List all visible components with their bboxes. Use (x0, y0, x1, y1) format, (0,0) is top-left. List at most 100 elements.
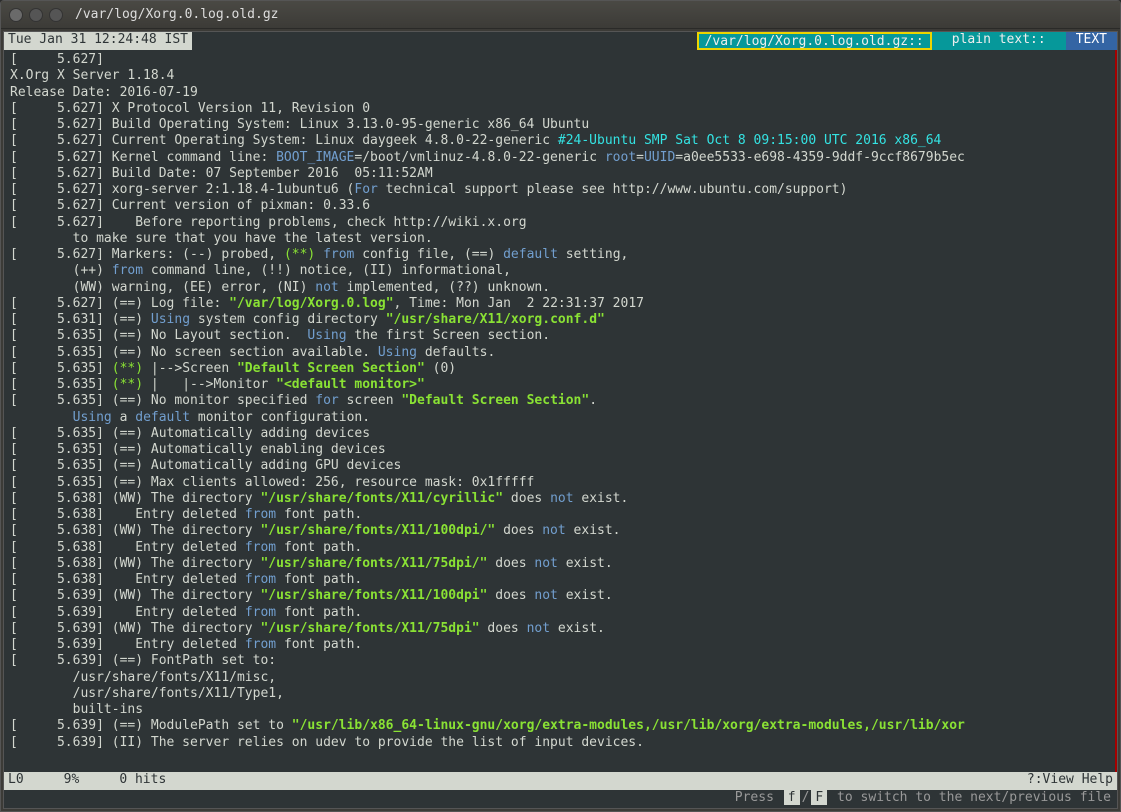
log-line: [ 5.635] (==) Automatically enabling dev… (10, 442, 386, 457)
log-line: (WW) warning, (EE) error, (NI) (10, 280, 315, 295)
log-line: [ 5.639] (II) The server relies on udev … (10, 735, 644, 750)
hint-text: Press (735, 790, 782, 805)
hint-sep: / (802, 790, 810, 805)
log-line: [ 5.638] Entry deleted (10, 572, 245, 587)
log-line: to make sure that you have the latest ve… (10, 231, 433, 246)
path-string: "/usr/share/X11/xorg.conf.d" (386, 312, 605, 327)
log-text: . (589, 393, 597, 408)
log-text: monitor configuration. (190, 410, 370, 425)
log-text: font path. (276, 540, 362, 555)
spacer (192, 32, 697, 50)
log-line: [ 5.639] (==) ModulePath set to (10, 718, 292, 733)
mode-indicator: TEXT (1066, 32, 1117, 50)
log-line: [ 5.627] (==) Log file: (10, 296, 229, 311)
log-line: [ 5.635] (==) No screen section availabl… (10, 345, 378, 360)
keyword: from (245, 572, 276, 587)
window-title: /var/log/Xorg.0.log.old.gz (75, 7, 279, 22)
status-bar: L0 9% 0 hits ?:View Help (4, 772, 1117, 790)
log-text: font path. (276, 507, 362, 522)
log-text: font path. (276, 605, 362, 620)
path-string: "/var/log/Xorg.0.log" (229, 296, 393, 311)
log-line: [ 5.638] (WW) The directory (10, 556, 260, 571)
log-line: [ 5.627] Current version of pixman: 0.33… (10, 198, 370, 213)
log-text: exist. (574, 491, 629, 506)
keyword: For (354, 182, 377, 197)
editor-topbar: Tue Jan 31 12:24:48 IST /var/log/Xorg.0.… (4, 32, 1117, 50)
log-line: [ 5.635] (==) Automatically adding devic… (10, 426, 370, 441)
keyword: Using (151, 312, 190, 327)
window-titlebar[interactable]: /var/log/Xorg.0.log.old.gz (1, 1, 1120, 29)
keyword: Using (307, 328, 346, 343)
keyword: default (135, 410, 190, 425)
log-line: [ 5.627] Kernel command line: (10, 150, 276, 165)
log-text: (0) (425, 361, 456, 376)
log-text: does (480, 621, 527, 636)
log-content[interactable]: [ 5.627] X.Org X Server 1.18.4 Release D… (4, 50, 1117, 772)
log-line: [ 5.638] (WW) The directory (10, 523, 260, 538)
log-line: Release Date: 2016-07-19 (10, 85, 198, 100)
log-text: |-->Screen (143, 361, 237, 376)
hits-count: 0 hits (119, 772, 166, 790)
log-text: does (487, 588, 534, 603)
keyword: not (542, 523, 565, 538)
log-line: [ 5.627] Current Operating System: Linux… (10, 133, 558, 148)
log-line: built-ins (10, 702, 143, 717)
path-string: "/usr/share/fonts/X11/100dpi/" (260, 523, 495, 538)
log-line: [ 5.639] (==) FontPath set to: (10, 653, 276, 668)
log-text: command line, (!!) notice, (II) informat… (143, 263, 511, 278)
log-text: implemented, (??) unknown. (339, 280, 550, 295)
path-string: "/usr/share/fonts/X11/75dpi" (260, 621, 479, 636)
keyword: not (534, 588, 557, 603)
log-text: | |-->Monitor (143, 377, 276, 392)
path-string: "/usr/share/fonts/X11/75dpi/" (260, 556, 487, 571)
log-text: , Time: Mon Jan 2 22:31:37 2017 (394, 296, 644, 311)
log-line: [ 5.639] (WW) The directory (10, 588, 260, 603)
marker: (**) (284, 247, 315, 262)
keyword: Using (73, 410, 112, 425)
keyword: not (550, 491, 573, 506)
log-text: does (503, 491, 550, 506)
terminal-window: /var/log/Xorg.0.log.old.gz Tue Jan 31 12… (0, 0, 1121, 812)
scroll-percent: 9% (64, 772, 80, 790)
log-text: =a0ee5533-e698-4359-9ddf-9ccf8679b5ec (675, 150, 965, 165)
keyword: default (503, 247, 558, 262)
keyword: not (527, 621, 550, 636)
log-text: system config directory (190, 312, 386, 327)
datetime-label: Tue Jan 31 12:24:48 IST (4, 32, 192, 50)
log-text: font path. (276, 637, 362, 652)
path-string: "/usr/share/fonts/X11/100dpi" (260, 588, 487, 603)
footer-hint: Press f/F to switch to the next/previous… (4, 790, 1117, 808)
log-line: [ 5.635] (10, 361, 112, 376)
log-text: does (487, 556, 534, 571)
log-line: [ 5.627] Before reporting problems, chec… (10, 215, 527, 230)
log-line: [ 5.627] Markers: (--) probed, (10, 247, 284, 262)
string: "<default monitor>" (276, 377, 425, 392)
log-line: [ 5.635] (==) No Layout section. (10, 328, 307, 343)
log-line: [ 5.639] (WW) The directory (10, 621, 260, 636)
cursor-position: L0 (8, 772, 24, 790)
log-line: [ 5.639] Entry deleted (10, 637, 245, 652)
view-help-hint: ?:View Help (1027, 772, 1113, 790)
maximize-icon[interactable] (49, 8, 63, 22)
log-line: /usr/share/fonts/X11/Type1, (10, 686, 284, 701)
close-icon[interactable] (9, 8, 23, 22)
log-text: exist. (558, 588, 613, 603)
keyword: from (245, 637, 276, 652)
path-string: "/usr/share/fonts/X11/cyrillic" (260, 491, 503, 506)
log-text: setting, (558, 247, 628, 262)
log-line: [ 5.635] (==) Max clients allowed: 256, … (10, 475, 534, 490)
log-line: [ 5.638] Entry deleted (10, 540, 245, 555)
log-line: [ 5.627] X Protocol Version 11, Revision… (10, 101, 370, 116)
log-line: [ 5.627] Build Date: 07 September 2016 0… (10, 166, 433, 181)
hint-text: to switch to the next/previous file (829, 790, 1111, 805)
log-text: exist. (566, 523, 621, 538)
log-line: [ 5.631] (==) (10, 312, 151, 327)
log-line: [ 5.635] (==) No monitor specified (10, 393, 315, 408)
keyword: UUID (644, 150, 675, 165)
string: "Default Screen Section" (401, 393, 589, 408)
keyword: not (315, 280, 338, 295)
log-text: exist. (558, 556, 613, 571)
key-shift-f: F (811, 790, 827, 805)
log-line: [ 5.638] Entry deleted (10, 507, 245, 522)
minimize-icon[interactable] (29, 8, 43, 22)
